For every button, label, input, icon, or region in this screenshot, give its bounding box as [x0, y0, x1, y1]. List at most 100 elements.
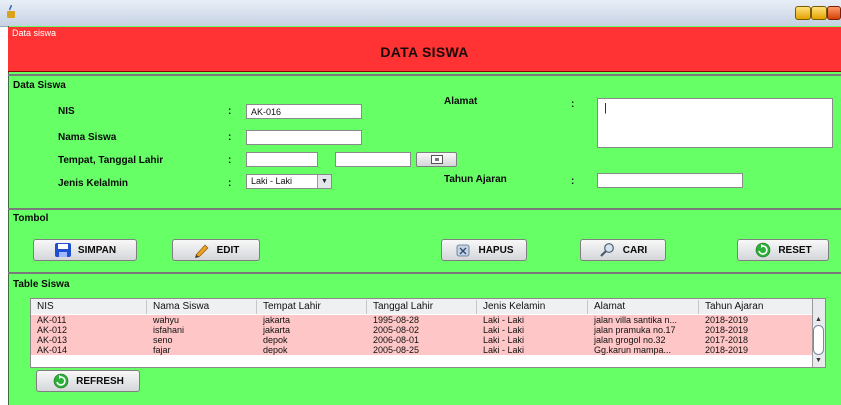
- table-row[interactable]: AK-014 fajar depok 2005-08-25 Laki - Laki Gg.…: [31, 345, 814, 355]
- section-title-tombol: Tombol: [13, 213, 49, 224]
- cell-alamat: jalan pramuka no.17: [594, 325, 676, 335]
- cell-nis: AK-014: [37, 345, 68, 355]
- page-title: DATA SISWA: [380, 44, 469, 60]
- cell-tanggal-lahir: 2005-08-25: [373, 345, 420, 355]
- minimize-button[interactable]: [795, 6, 811, 20]
- header-banner: Data siswa DATA SISWA: [8, 27, 841, 72]
- scroll-up-icon[interactable]: ▲: [814, 315, 823, 324]
- colon: :: [228, 106, 232, 117]
- colon: :: [228, 178, 232, 189]
- cell-tahun-ajaran: 2018-2019: [705, 315, 749, 325]
- table-row[interactable]: AK-013 seno depok 2006-08-01 Laki - Laki jala…: [31, 335, 814, 345]
- cell-tahun-ajaran: 2017-2018: [705, 335, 749, 345]
- section-title-table-siswa: Table Siswa: [13, 279, 70, 290]
- jenis-kelamin-label: Jenis Kelalmin: [58, 178, 129, 189]
- refresh-icon: [756, 242, 771, 258]
- cell-tanggal-lahir: 2006-08-01: [373, 335, 420, 345]
- cell-nama-siswa: seno: [153, 335, 173, 345]
- hapus-button[interactable]: HAPUS: [441, 239, 527, 261]
- cell-alamat: jalan villa santika n...: [594, 315, 678, 325]
- siswa-table[interactable]: NIS Nama Siswa Tempat Lahir Tanggal Lahi…: [30, 298, 826, 368]
- table-row[interactable]: AK-011 wahyu jakarta 1995-08-28 Laki - Laki j…: [31, 315, 814, 325]
- date-picker-button[interactable]: [416, 152, 457, 167]
- cell-jenis-kelamin: Laki - Laki: [483, 315, 525, 325]
- alamat-label: Alamat: [444, 96, 478, 107]
- search-icon: [599, 243, 614, 257]
- refresh-label: REFRESH: [76, 375, 124, 387]
- colon: :: [571, 176, 575, 187]
- nis-label: NIS: [58, 106, 75, 117]
- reset-button[interactable]: RESET: [737, 239, 829, 261]
- cari-button[interactable]: CARI: [580, 239, 666, 261]
- edit-label: EDIT: [216, 244, 240, 256]
- close-button[interactable]: [827, 6, 841, 20]
- tahun-ajaran-field[interactable]: [597, 173, 743, 188]
- maximize-button[interactable]: [811, 6, 827, 20]
- simpan-button[interactable]: SIMPAN: [33, 239, 137, 261]
- jenis-kelamin-select[interactable]: Laki - Laki ▼: [246, 174, 332, 189]
- colon: :: [228, 155, 232, 166]
- chevron-down-icon: ▼: [317, 175, 331, 188]
- java-app-icon: [7, 5, 15, 18]
- colon: :: [571, 99, 575, 110]
- cell-alamat: jalan grogol no.32: [594, 335, 666, 345]
- save-icon: [54, 243, 71, 257]
- nama-siswa-field[interactable]: [246, 130, 362, 145]
- table-header: NIS Nama Siswa Tempat Lahir Tanggal Lahi…: [31, 299, 814, 315]
- column-header-alamat[interactable]: Alamat: [588, 300, 699, 314]
- cell-jenis-kelamin: Laki - Laki: [483, 335, 525, 345]
- cell-nis: AK-011: [37, 315, 67, 325]
- simpan-label: SIMPAN: [77, 244, 117, 256]
- cell-nama-siswa: fajar: [153, 345, 171, 355]
- divider: [8, 272, 841, 274]
- cell-nis: AK-012: [37, 325, 68, 335]
- refresh-button[interactable]: REFRESH: [36, 370, 140, 392]
- pencil-icon: [194, 244, 209, 258]
- column-header-nis[interactable]: NIS: [31, 300, 147, 314]
- column-header-tanggal-lahir[interactable]: Tanggal Lahir: [367, 300, 477, 314]
- divider: [8, 74, 841, 76]
- scroll-down-icon[interactable]: ▼: [814, 356, 823, 365]
- table-body: AK-011 wahyu jakarta 1995-08-28 Laki - Laki j…: [31, 314, 814, 367]
- cell-tanggal-lahir: 1995-08-28: [373, 315, 420, 325]
- tempat-lahir-field[interactable]: [246, 152, 318, 167]
- cell-alamat: Gg.karun mampa...: [594, 345, 672, 355]
- refresh-icon: [53, 373, 69, 389]
- column-header-jenis-kelamin[interactable]: Jenis Kelamin: [477, 300, 588, 314]
- window-titlebar: [0, 0, 841, 27]
- nama-siswa-label: Nama Siswa: [58, 132, 117, 143]
- divider: [8, 208, 841, 210]
- column-header-nama-siswa[interactable]: Nama Siswa: [147, 300, 257, 314]
- reset-label: RESET: [778, 244, 812, 256]
- column-header-tahun-ajaran[interactable]: Tahun Ajaran: [699, 300, 814, 314]
- delete-icon: [457, 244, 470, 257]
- calendar-icon: [430, 155, 443, 164]
- window-title: Data siswa: [12, 28, 57, 38]
- cell-jenis-kelamin: Laki - Laki: [483, 325, 525, 335]
- hapus-label: HAPUS: [478, 244, 514, 256]
- tahun-ajaran-label: Tahun Ajaran: [444, 174, 507, 185]
- cari-label: CARI: [622, 244, 648, 256]
- cell-nama-siswa: wahyu: [153, 315, 180, 325]
- column-header-tempat-lahir[interactable]: Tempat Lahir: [257, 300, 367, 314]
- table-row[interactable]: AK-012 isfahani jakarta 2005-08-02 Laki - La…: [31, 325, 814, 335]
- edit-button[interactable]: EDIT: [172, 239, 260, 261]
- nis-field[interactable]: [246, 104, 362, 119]
- cell-tempat-lahir: depok: [263, 345, 288, 355]
- tanggal-lahir-field[interactable]: [335, 152, 411, 167]
- colon: :: [228, 132, 232, 143]
- alamat-textarea[interactable]: |: [597, 98, 833, 148]
- scrollbar-thumb[interactable]: [813, 325, 824, 355]
- jenis-kelamin-selected: Laki - Laki: [251, 176, 293, 186]
- cell-nis: AK-013: [37, 335, 68, 345]
- cell-tempat-lahir: jakarta: [263, 315, 291, 325]
- cell-tahun-ajaran: 2018-2019: [705, 345, 749, 355]
- cell-tanggal-lahir: 2005-08-02: [373, 325, 420, 335]
- cell-nama-siswa: isfahani: [153, 325, 185, 335]
- table-scrollbar[interactable]: ▲ ▼: [812, 299, 825, 367]
- cell-tempat-lahir: depok: [263, 335, 288, 345]
- cell-jenis-kelamin: Laki - Laki: [483, 345, 525, 355]
- tempat-tanggal-lahir-label: Tempat, Tanggal Lahir: [58, 155, 164, 166]
- cell-tempat-lahir: jakarta: [263, 325, 291, 335]
- cell-tahun-ajaran: 2018-2019: [705, 325, 749, 335]
